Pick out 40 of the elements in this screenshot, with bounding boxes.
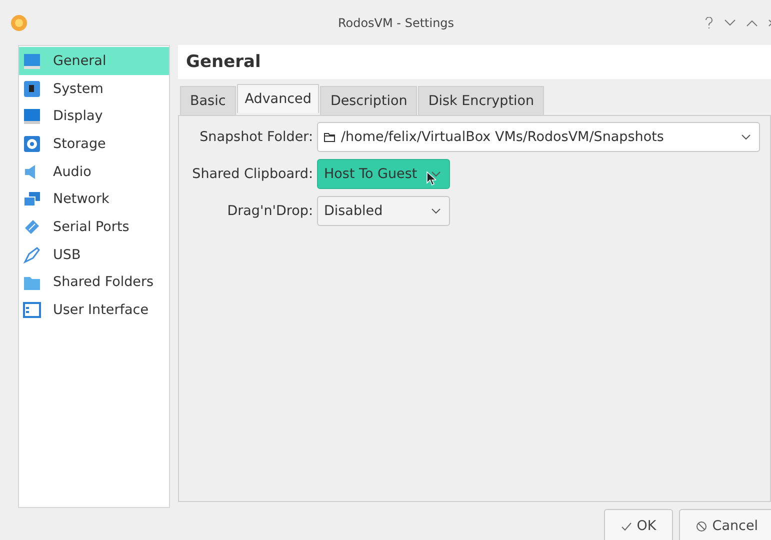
monitor-icon [23,52,41,70]
chip-icon [23,80,41,98]
folder-icon [324,132,335,142]
ok-button[interactable]: OK [604,509,674,540]
page-title: General [178,45,771,79]
sidebar-item[interactable]: Serial Ports [19,213,169,241]
check-icon [620,522,632,530]
sidebar-item[interactable]: Storage [19,130,169,158]
field-label: Shared Clipboard: [191,166,314,182]
sidebar-item[interactable]: Shared Folders [19,268,169,296]
chevron-down-icon [431,170,441,177]
sidebar-item[interactable]: Display [19,102,169,130]
field-label: Drag'n'Drop: [226,202,314,219]
chevron-down-icon [741,134,751,140]
help-icon[interactable] [704,16,714,28]
cursor-icon [426,170,436,186]
sidebar-item[interactable]: General [19,47,169,75]
tab[interactable]: Description [320,86,418,115]
sidebar-item[interactable]: System [19,74,169,102]
sidebar-item[interactable]: Network [19,185,169,214]
cancel-button[interactable]: Cancel [679,509,771,540]
window-title: RodosVM - Settings [336,16,454,30]
tab[interactable]: Basic [180,86,236,115]
display-icon [23,107,41,126]
field-label: Snapshot Folder: [198,128,314,145]
dropdown[interactable]: Disabled [317,196,450,226]
sidebar-item[interactable]: USB [19,240,169,268]
dropdown[interactable]: Host To Guest [317,158,450,189]
chevron-down-icon [431,208,441,214]
window-icon [23,301,41,320]
maximize-icon[interactable] [746,18,758,26]
cancel-icon [696,520,708,532]
sidebar-item[interactable]: User Interface [19,296,169,324]
tab[interactable]: Disk Encryption [418,86,544,115]
network-icon [23,190,41,208]
minimize-icon[interactable] [724,18,736,26]
app-logo-icon [10,14,28,32]
sidebar-item[interactable]: Audio [19,158,169,186]
dropdown[interactable]: /home/felix/VirtualBox VMs/RodosVM/Snapshots [317,122,760,152]
tab[interactable]: Advanced [236,84,320,113]
